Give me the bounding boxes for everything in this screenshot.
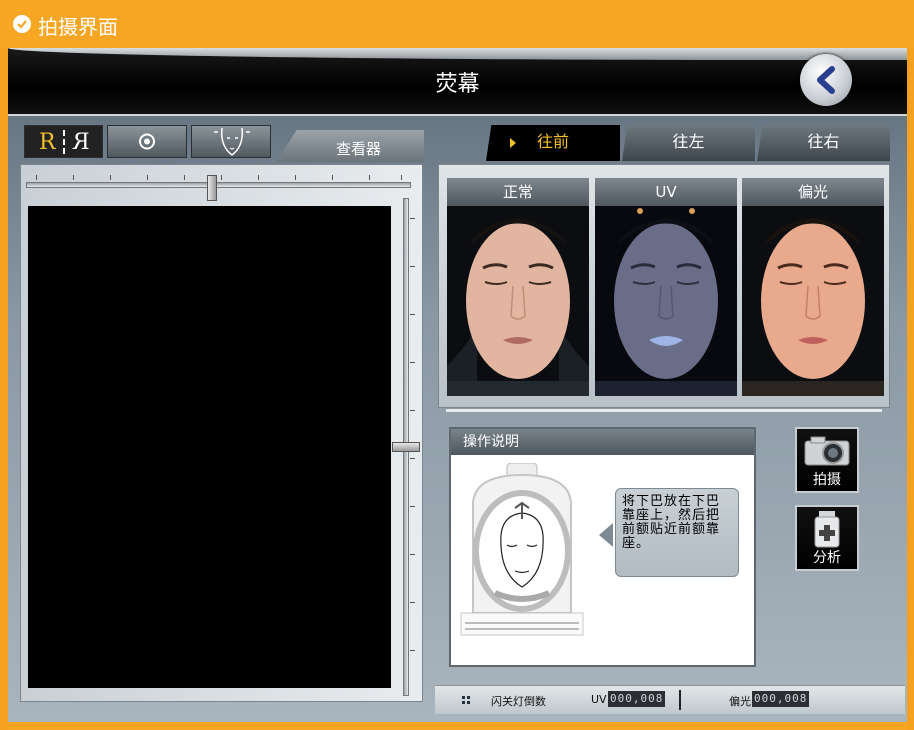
photo-uv-label: UV [595, 178, 737, 206]
back-button[interactable] [800, 54, 852, 106]
face-photo-normal [447, 206, 589, 396]
chevron-left-icon [817, 66, 835, 94]
tab-left[interactable]: 往左 [622, 125, 755, 161]
slider-tick [410, 554, 415, 555]
tab-right[interactable]: 往右 [757, 125, 890, 161]
slider-tick [147, 175, 148, 180]
uv-counter-value: 000,008 [608, 691, 666, 707]
face-outline-icon [214, 127, 250, 156]
face-photo-uv [595, 206, 737, 396]
instructions-panel: 操作说明 将下巴放在下巴靠座上，然后把前额贴近前额靠座。 [449, 427, 756, 667]
face-photo-polarized [742, 206, 884, 396]
page-title: 荧幕 [435, 72, 480, 97]
slider-tick [73, 175, 74, 180]
tab-viewer[interactable]: 查看器 [276, 130, 424, 162]
horizontal-slider-thumb[interactable] [207, 175, 217, 201]
slider-tick [221, 175, 222, 180]
slider-tick [410, 218, 415, 219]
instructions-text: 将下巴放在下巴靠座上，然后把前额贴近前额靠座。 [615, 488, 739, 577]
window-title: 拍摄界面 [38, 15, 118, 39]
pointer-arrow-icon [599, 523, 613, 547]
shoot-button-label: 拍摄 [813, 472, 841, 488]
mirror-flipped-letter: R [73, 130, 90, 155]
slider-tick [410, 410, 415, 411]
center-target-button[interactable] [107, 125, 187, 158]
slider-tick [110, 175, 111, 180]
slider-tick [258, 175, 259, 180]
uv-counter-label: UV [591, 693, 607, 706]
camera-icon [804, 436, 850, 466]
play-arrow-icon [510, 138, 516, 148]
shoot-button[interactable]: 拍摄 [795, 427, 859, 493]
slider-tick [36, 175, 37, 180]
slider-tick [410, 266, 415, 267]
face-outline-button[interactable] [191, 125, 271, 158]
slider-tick [410, 314, 415, 315]
slider-tick [295, 175, 296, 180]
slider-tick [410, 458, 415, 459]
slider-tick [332, 175, 333, 180]
slider-tick [410, 506, 415, 507]
polarized-counter-value: 000,008 [752, 691, 810, 707]
camera-preview [28, 206, 391, 688]
status-bar: 闪关灯倒数 UV 000,008 偏光 000,008 [435, 685, 905, 714]
tab-front[interactable]: 往前 [486, 125, 620, 161]
photo-polarized-label: 偏光 [742, 178, 884, 206]
header-bar: 荧幕 [8, 48, 907, 116]
slider-tick [410, 362, 415, 363]
window-titlebar: 拍摄界面 [0, 0, 914, 48]
tab-right-label: 往右 [807, 132, 840, 151]
slider-tick [410, 602, 415, 603]
target-circle-icon [139, 133, 155, 150]
viewer-panel [20, 164, 423, 702]
mirror-divider [63, 130, 67, 154]
app-frame: 荧幕 R R 查看器 往前 往左 往右 正常 UV 偏光 操作说明 将下巴放在下… [8, 48, 907, 722]
instructions-title: 操作说明 [451, 429, 754, 455]
tab-viewer-label: 查看器 [336, 140, 382, 158]
polarized-counter-label: 偏光 [729, 695, 751, 708]
status-separator [679, 690, 681, 710]
photo-normal[interactable]: 正常 [447, 178, 589, 396]
slider-tick [369, 175, 370, 180]
flash-countdown-label: 闪关灯倒数 [491, 695, 546, 708]
analyze-button[interactable]: 分析 [795, 505, 859, 571]
face-scanner-device-illustration [460, 463, 584, 636]
mirror-toggle-button[interactable]: R R [24, 125, 103, 158]
tab-left-label: 往左 [672, 132, 705, 151]
horizontal-slider-track [26, 182, 411, 188]
slider-tick [184, 175, 185, 180]
photo-polarized[interactable]: 偏光 [742, 178, 884, 396]
grid-icon [462, 696, 470, 704]
slider-tick [401, 175, 402, 180]
vertical-slider-thumb[interactable] [392, 442, 420, 452]
capture-results-panel: 正常 UV 偏光 [438, 164, 890, 408]
photo-uv[interactable]: UV [595, 178, 737, 396]
horizontal-slider[interactable] [26, 175, 411, 201]
photo-normal-label: 正常 [447, 178, 589, 206]
bottom-border [8, 722, 907, 730]
panel-divider [446, 408, 882, 412]
tab-front-label: 往前 [536, 132, 569, 151]
medicine-bottle-icon [814, 511, 840, 548]
mirror-normal-letter: R [39, 130, 56, 155]
slider-tick [410, 650, 415, 651]
analyze-button-label: 分析 [813, 550, 841, 566]
checkmark-icon [13, 15, 31, 33]
vertical-slider[interactable] [392, 198, 420, 696]
header-highlight [8, 48, 907, 60]
